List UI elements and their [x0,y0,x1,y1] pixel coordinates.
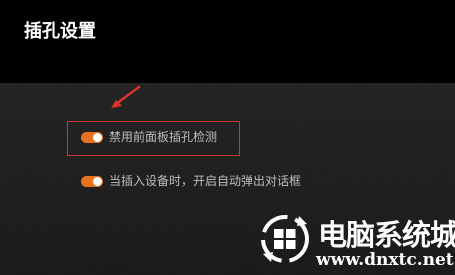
watermark-url: www.dnxtc.net [316,250,454,270]
toggle-switch[interactable] [81,175,103,187]
dialog-title: 插孔设置 [24,21,96,42]
setting-row-disable-front-panel-detection[interactable]: 禁用前面板插孔检测 [81,129,217,145]
watermark: 电脑系统城 www.dnxtc.net [250,206,455,275]
dialog-header: 插孔设置 [0,0,455,83]
toggle-switch[interactable] [81,131,103,143]
annotation-arrow-icon [111,85,141,108]
setting-label: 禁用前面板插孔检测 [109,130,218,144]
watermark-logo-icon [261,215,309,263]
watermark-name: 电脑系统城 [318,218,455,252]
setting-label: 当插入设备时，开启自动弹出对话框 [109,174,302,188]
setting-row-auto-popup-dialog[interactable]: 当插入设备时，开启自动弹出对话框 [81,173,301,189]
